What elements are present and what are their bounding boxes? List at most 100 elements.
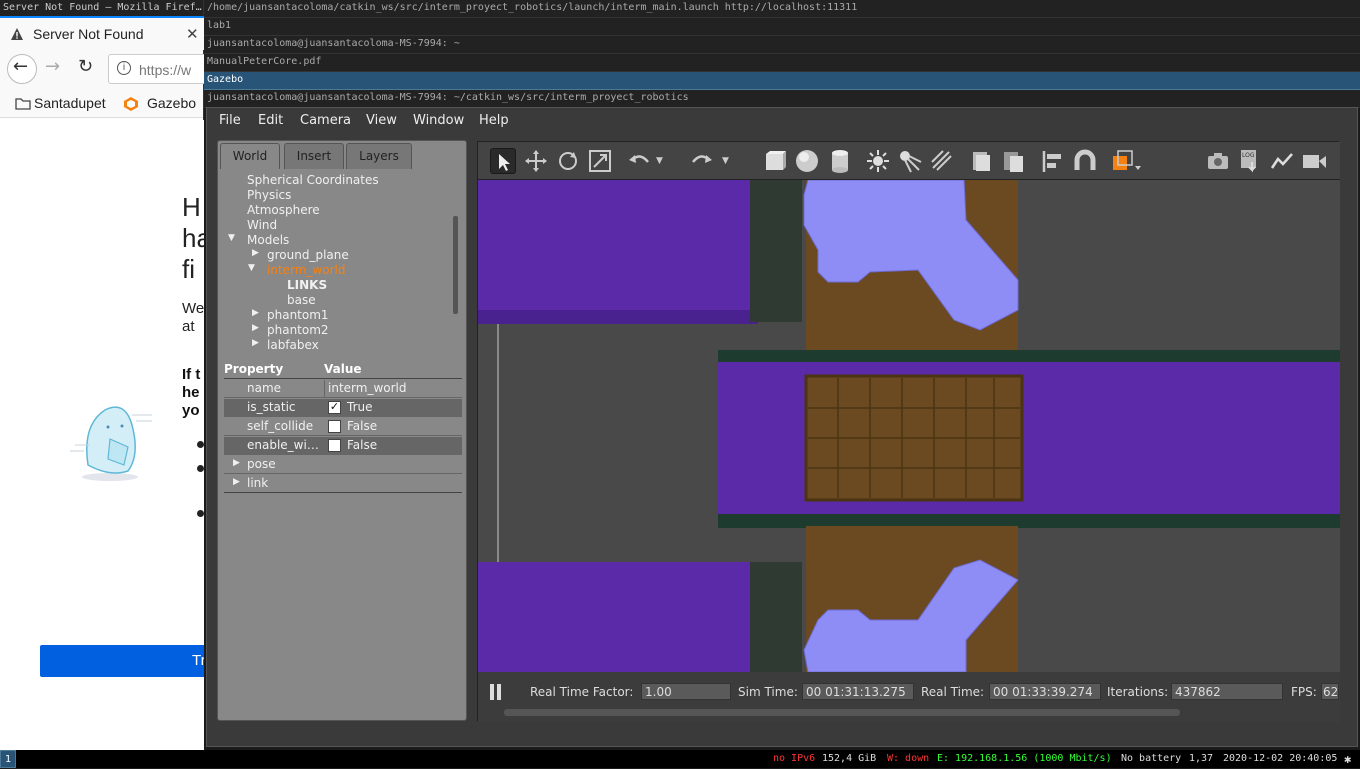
prop-value-name[interactable]: interm_world [324,380,462,397]
window-title-pdf[interactable]: ManualPeterCore.pdf [204,54,1360,72]
firefox-title: Server Not Found — Mozilla Firef… [0,0,203,16]
tree-base[interactable]: base [287,293,316,307]
undo-icon[interactable] [626,148,652,174]
tree-atmosphere[interactable]: Atmosphere [247,203,320,217]
tree-ground-plane[interactable]: ground_plane [267,248,349,262]
battery-status: No battery [1121,753,1182,764]
tree-phantom2[interactable]: phantom2 [267,323,329,337]
workspace-button[interactable]: 1 [0,750,16,768]
expand-phantom1-icon[interactable]: ▶ [252,308,259,318]
menu-camera[interactable]: Camera [300,113,351,128]
close-tab-icon[interactable]: ✕ [186,25,199,43]
tray-icon[interactable]: ✱ [1344,750,1351,768]
select-icon[interactable] [490,148,516,174]
tree-spherical-coordinates[interactable]: Spherical Coordinates [247,173,379,187]
sphere-icon[interactable] [794,148,820,174]
window-title-terminal-catkin[interactable]: juansantacoloma@juansantacoloma-MS-7994:… [204,90,1360,108]
tab-world[interactable]: World [220,143,280,169]
menu-window[interactable]: Window [413,113,464,128]
expand-ground-plane-icon[interactable]: ▶ [252,248,259,258]
tab-server-not-found[interactable]: Server Not Found ✕ [0,16,204,50]
tree-wind[interactable]: Wind [247,218,277,232]
log-icon[interactable]: LOG [1237,148,1263,174]
time-panel: Real Time Factor: 1.00 Sim Time: 00 01:3… [478,672,1340,722]
expand-link-icon[interactable]: ▶ [233,477,240,487]
scale-icon[interactable] [587,148,613,174]
try-again-button[interactable]: Tr [40,645,204,677]
tree-phantom1[interactable]: phantom1 [267,308,329,322]
info-icon[interactable]: i [117,61,131,75]
disk-status: 152,4 GiB [822,753,877,764]
redo-history-icon[interactable]: ▼ [722,148,736,174]
folder-icon [15,98,31,110]
align-icon[interactable] [1040,148,1066,174]
tab-layers[interactable]: Layers [346,143,412,169]
point-light-icon[interactable] [865,148,891,174]
forward-button[interactable]: → [45,56,60,77]
box-icon[interactable] [762,148,788,174]
conveyor-bottom-left [478,562,754,672]
is-static-checkbox[interactable]: ✓ [328,401,341,414]
pause-icon[interactable] [490,684,494,700]
prop-key-self-collide: self_collide [247,419,314,433]
warning-icon [11,28,23,40]
reload-button[interactable]: ↻ [78,56,93,77]
collapse-interm-world-icon[interactable]: ▼ [248,263,255,273]
url-bar[interactable]: i https://w [108,54,218,84]
tree-scrollbar[interactable] [453,216,458,314]
property-table: Property Value name interm_world is_stat… [224,359,462,509]
status-bar: 1 no IPv6 152,4 GiB W: down E: 192.168.1… [0,750,1360,768]
horizontal-scrollbar[interactable] [504,709,1180,716]
tree-physics[interactable]: Physics [247,188,291,202]
tree-models[interactable]: Models [247,233,289,247]
left-panel: World Insert Layers Spherical Coordinate… [217,140,467,721]
iterations-label: Iterations: [1107,685,1169,699]
spot-light-icon[interactable] [897,148,923,174]
expand-phantom2-icon[interactable]: ▶ [252,323,259,333]
record-icon[interactable] [1301,148,1327,174]
undo-history-icon[interactable]: ▼ [656,148,670,174]
menu-help[interactable]: Help [479,113,509,128]
collapse-models-icon[interactable]: ▼ [228,233,235,243]
window-title-launch[interactable]: /home/juansantacoloma/catkin_ws/src/inte… [204,0,1360,18]
menu-file[interactable]: File [219,113,241,128]
menu-edit[interactable]: Edit [258,113,283,128]
error-bold-1: If t [182,366,201,383]
translate-icon[interactable] [523,148,549,174]
paste-icon[interactable] [1000,148,1026,174]
plot-icon[interactable] [1269,148,1295,174]
error-text-1: We [182,300,204,317]
tree-labfabex[interactable]: labfabex [267,338,319,352]
gazebo-window: File Edit Camera View Window Help World … [206,107,1358,747]
window-title-gazebo[interactable]: Gazebo [204,72,1360,90]
expand-pose-icon[interactable]: ▶ [233,458,240,468]
enable-wind-checkbox[interactable] [328,439,341,452]
nav-bar: ← → ↻ i https://w [0,50,218,88]
directional-light-icon[interactable] [929,148,955,174]
bookmark-santadupet[interactable]: Santadupet [34,95,106,111]
prop-row-pose[interactable]: ▶ pose [224,456,462,474]
firefox-window: Server Not Found — Mozilla Firef… Server… [0,0,218,750]
copy-icon[interactable] [968,148,994,174]
screenshot-icon[interactable] [1205,148,1231,174]
window-title-lab1[interactable]: lab1 [204,18,1360,36]
prop-key-link: link [247,476,269,490]
url-text: https://w [139,62,192,78]
redo-icon[interactable] [689,148,715,174]
3d-scene[interactable] [478,180,1340,672]
svg-text:LOG: LOG [1242,152,1255,159]
menu-view[interactable]: View [366,113,397,128]
fps-value: 62 [1321,683,1339,700]
tab-insert[interactable]: Insert [284,143,344,169]
tree-interm-world[interactable]: interm_world [267,263,345,277]
bookmark-gazebo[interactable]: Gazebo [147,95,196,111]
cylinder-icon[interactable] [827,148,853,174]
view-angle-icon[interactable] [1110,148,1144,174]
self-collide-checkbox[interactable] [328,420,341,433]
prop-row-link[interactable]: ▶ link [224,475,462,493]
expand-labfabex-icon[interactable]: ▶ [252,338,259,348]
rotate-icon[interactable] [555,148,581,174]
window-title-terminal-home[interactable]: juansantacoloma@juansantacoloma-MS-7994:… [204,36,1360,54]
snap-icon[interactable] [1072,148,1098,174]
conveyor-roller-top [750,180,802,322]
